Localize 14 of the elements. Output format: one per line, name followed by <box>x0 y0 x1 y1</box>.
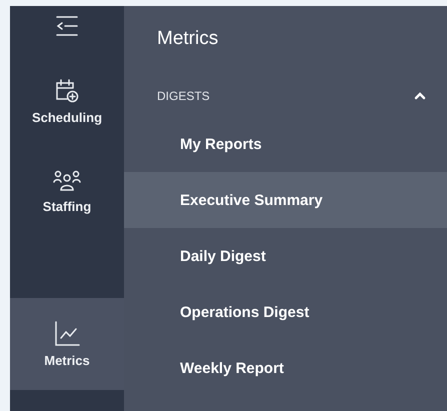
menu-item[interactable]: Daily Digest <box>124 228 447 284</box>
panel-title: Metrics <box>156 27 220 51</box>
calendar-add-icon <box>54 78 80 104</box>
rail-item[interactable]: Scheduling <box>10 66 124 136</box>
rail-item[interactable]: Metrics <box>10 298 124 390</box>
menu-item[interactable]: My Reports <box>124 116 447 172</box>
rail-item[interactable]: Staffing <box>10 156 124 226</box>
chevron-up-icon <box>413 91 427 101</box>
people-icon <box>53 168 81 192</box>
menu-item[interactable]: Operations Digest <box>124 284 447 340</box>
menu-item[interactable]: Weekly Report <box>124 340 447 396</box>
menu-item[interactable]: Executive Summary <box>124 172 447 228</box>
section-header[interactable]: DIGESTS <box>124 76 447 116</box>
line-chart-icon <box>54 320 80 346</box>
